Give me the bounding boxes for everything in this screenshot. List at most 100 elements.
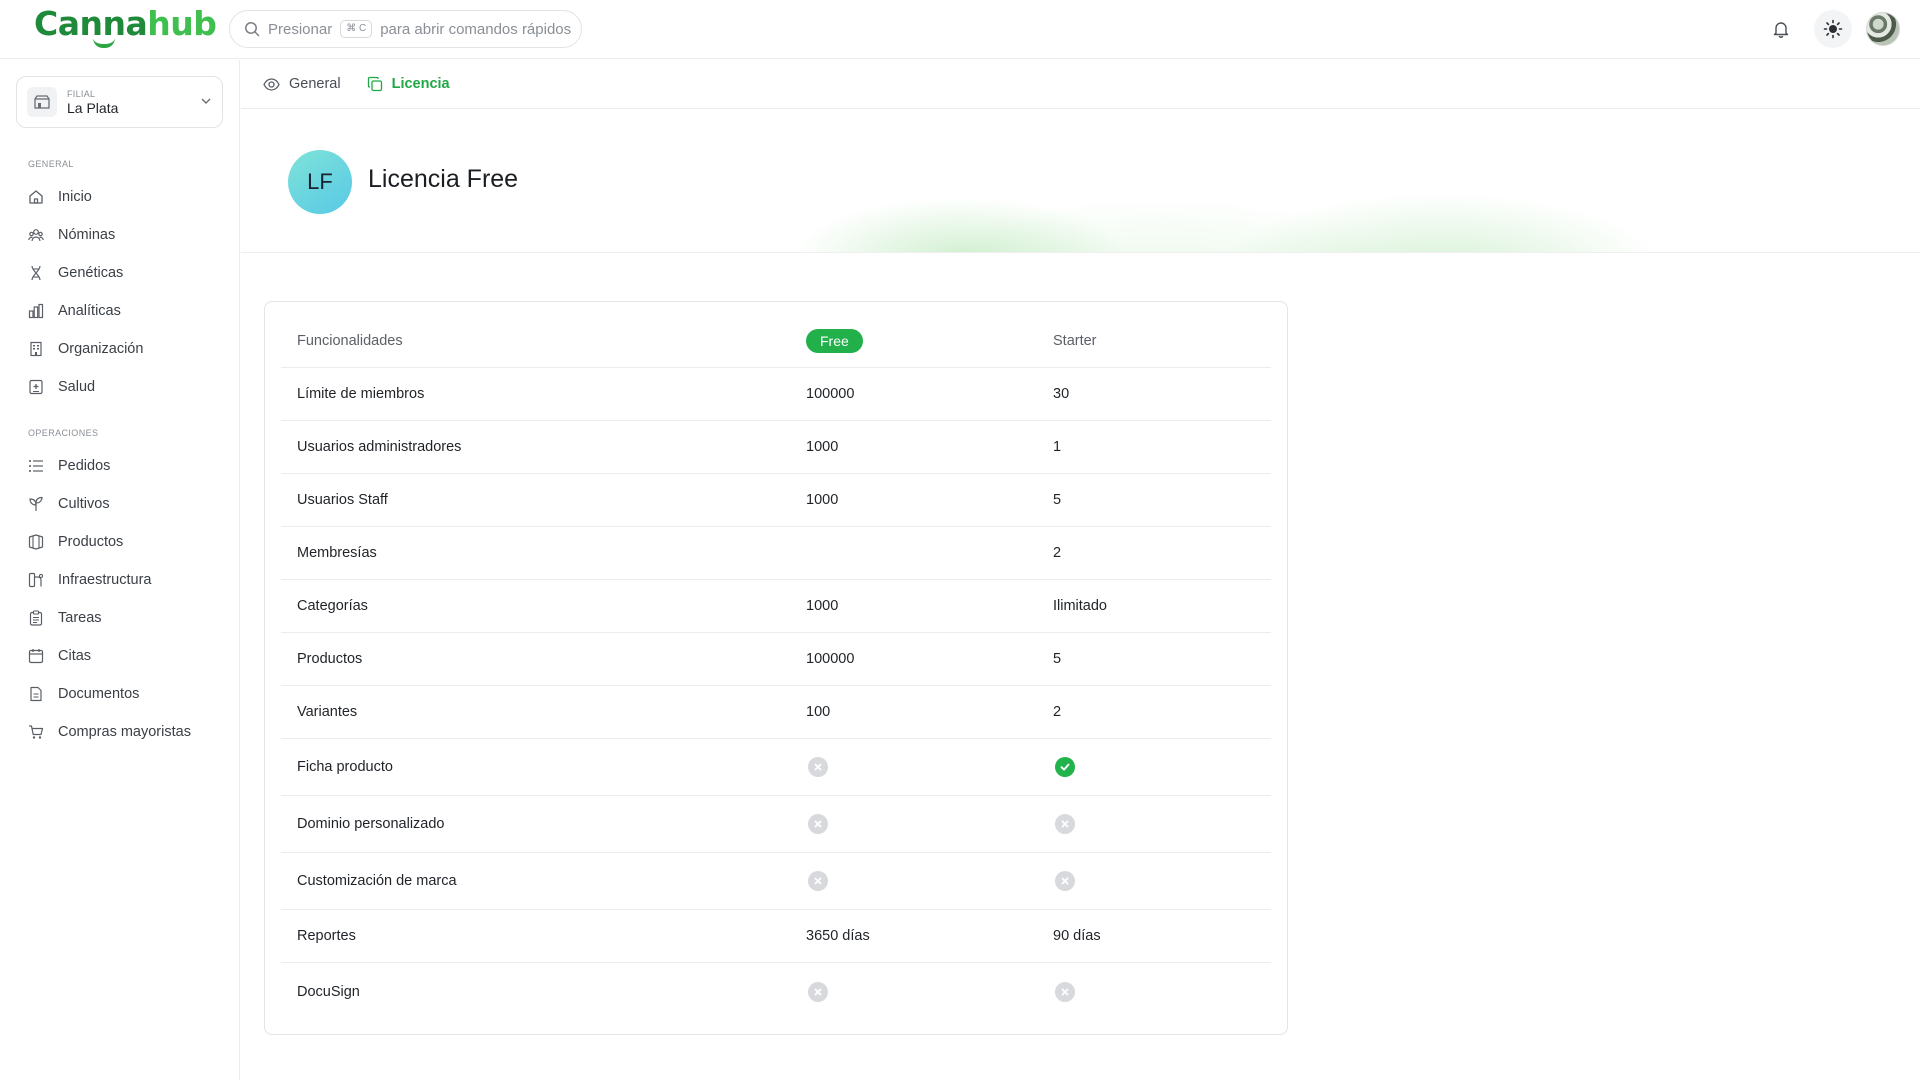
sidebar-item-inicio[interactable]: Inicio [18, 178, 224, 216]
calendar-icon [28, 649, 44, 664]
starter-plan-value: 2 [1053, 545, 1062, 561]
sidebar-item-label: Cultivos [58, 496, 110, 512]
top-actions [1762, 10, 1900, 48]
free-plan-value: 100000 [806, 651, 855, 667]
tab-licencia[interactable]: Licencia [367, 76, 450, 92]
free-plan-value: 1000 [806, 439, 839, 455]
sidebar-item-label: Organización [58, 341, 144, 357]
sidebar-item-label: Analíticas [58, 303, 121, 319]
starter-plan-value: Ilimitado [1053, 598, 1107, 614]
feature-name: Membresías [297, 545, 377, 561]
sidebar-item-label: Genéticas [58, 265, 124, 281]
nav-general: Inicio Nóminas Genéticas Analíticas Orga… [18, 178, 224, 406]
sidebar-item-geneticas[interactable]: Genéticas [18, 254, 224, 292]
sidebar-item-label: Salud [58, 379, 96, 395]
sidebar-item-label: Infraestructura [58, 572, 152, 588]
table-row: Variantes 100 2 [281, 686, 1271, 739]
starter-plan-value [1037, 871, 1271, 891]
free-plan-value: 1000 [806, 598, 839, 614]
branch-selector[interactable]: FILIAL La Plata [16, 76, 223, 128]
store-icon [27, 87, 57, 117]
free-plan-value: 3650 días [806, 928, 870, 944]
sidebar-item-label: Inicio [58, 189, 92, 205]
branch-name: La Plata [67, 99, 119, 116]
feature-name: DocuSign [297, 983, 360, 1000]
feature-name: Límite de miembros [297, 386, 425, 402]
free-plan-value [790, 981, 1037, 1002]
x-circle-icon [808, 757, 828, 777]
sidebar-item-analiticas[interactable]: Analíticas [18, 292, 224, 330]
sidebar-item-compras-mayoristas[interactable]: Compras mayoristas [18, 713, 224, 751]
sun-icon [1823, 19, 1843, 39]
feature-name: Customización de marca [297, 873, 457, 889]
theme-toggle-button[interactable] [1814, 10, 1852, 48]
plant-icon [29, 496, 43, 511]
table-row: Categorías 1000 Ilimitado [281, 580, 1271, 633]
starter-plan-value [1037, 757, 1271, 777]
search-suffix: para abrir comandos rápidos [380, 20, 572, 38]
feature-name: Productos [297, 651, 363, 667]
search-icon [245, 22, 260, 37]
starter-plan-value: 1 [1053, 439, 1062, 455]
tab-label: General [289, 76, 341, 92]
dna-icon [31, 265, 41, 281]
table-row: Dominio personalizado [281, 796, 1271, 853]
sidebar-item-citas[interactable]: Citas [18, 637, 224, 675]
list-icon [29, 460, 43, 472]
starter-plan-value: 5 [1053, 492, 1062, 508]
starter-plan-value: 2 [1053, 704, 1062, 720]
free-plan-value [790, 814, 1037, 834]
sidebar-item-organizacion[interactable]: Organización [18, 330, 224, 368]
sidebar-item-label: Productos [58, 534, 124, 550]
user-avatar[interactable] [1866, 12, 1900, 46]
search-prefix: Presionar [268, 20, 333, 38]
command-search[interactable]: Presionar ⌘ C para abrir comandos rápido… [229, 10, 582, 48]
sidebar-item-label: Documentos [58, 686, 140, 702]
tab-general[interactable]: General [263, 76, 341, 93]
sidebar-item-pedidos[interactable]: Pedidos [18, 447, 224, 485]
sidebar-item-label: Nóminas [58, 227, 116, 243]
table-row: Usuarios Staff 1000 5 [281, 474, 1271, 527]
users-icon [28, 229, 44, 242]
starter-plan-value: 5 [1053, 651, 1062, 667]
x-circle-icon [1055, 981, 1075, 1002]
free-plan-value [790, 871, 1037, 891]
feature-name: Ficha producto [297, 759, 393, 775]
branch-kicker: FILIAL [67, 88, 96, 99]
sidebar-item-nominas[interactable]: Nóminas [18, 216, 224, 254]
sidebar-item-documentos[interactable]: Documentos [18, 675, 224, 713]
sidebar-item-tareas[interactable]: Tareas [18, 599, 224, 637]
check-circle-icon [1055, 757, 1075, 777]
free-plan-value: 1000 [806, 492, 839, 508]
sidebar-item-cultivos[interactable]: Cultivos [18, 485, 224, 523]
clipboard-icon [29, 610, 43, 626]
plan-badge-free: Free [806, 328, 863, 353]
starter-plan-value: 90 días [1053, 928, 1101, 944]
sidebar-item-infraestructura[interactable]: Infraestructura [18, 561, 224, 599]
sidebar-item-label: Tareas [58, 610, 102, 626]
table-row: Ficha producto [281, 739, 1271, 796]
logo-text-part1: Canna [34, 4, 148, 43]
column-header-starter: Starter [1053, 332, 1097, 349]
page-title: Licencia Free [368, 165, 519, 193]
copy-icon [367, 76, 382, 92]
x-circle-icon [808, 814, 828, 834]
section-title-operaciones: OPERACIONES [28, 428, 99, 438]
free-plan-value: 100 [806, 704, 831, 720]
notifications-button[interactable] [1762, 10, 1800, 48]
tab-label: Licencia [391, 76, 450, 92]
chart-icon [28, 303, 44, 319]
feature-name: Dominio personalizado [297, 816, 445, 832]
sidebar-item-salud[interactable]: Salud [18, 368, 224, 406]
x-circle-icon [1055, 814, 1075, 834]
building-icon [30, 341, 42, 357]
cannahub-logo[interactable]: Cannahub [34, 4, 217, 44]
free-plan-value: 100000 [806, 386, 855, 402]
feature-name: Usuarios administradores [297, 439, 462, 455]
sidebar-item-productos[interactable]: Productos [18, 523, 224, 561]
x-circle-icon [808, 981, 828, 1002]
table-row: Usuarios administradores 1000 1 [281, 421, 1271, 474]
infra-icon [28, 572, 44, 588]
license-comparison-card: Funcionalidades Free Starter Límite de m… [264, 301, 1288, 1035]
top-bar: Cannahub Presionar ⌘ C para abrir comand… [0, 0, 1920, 59]
